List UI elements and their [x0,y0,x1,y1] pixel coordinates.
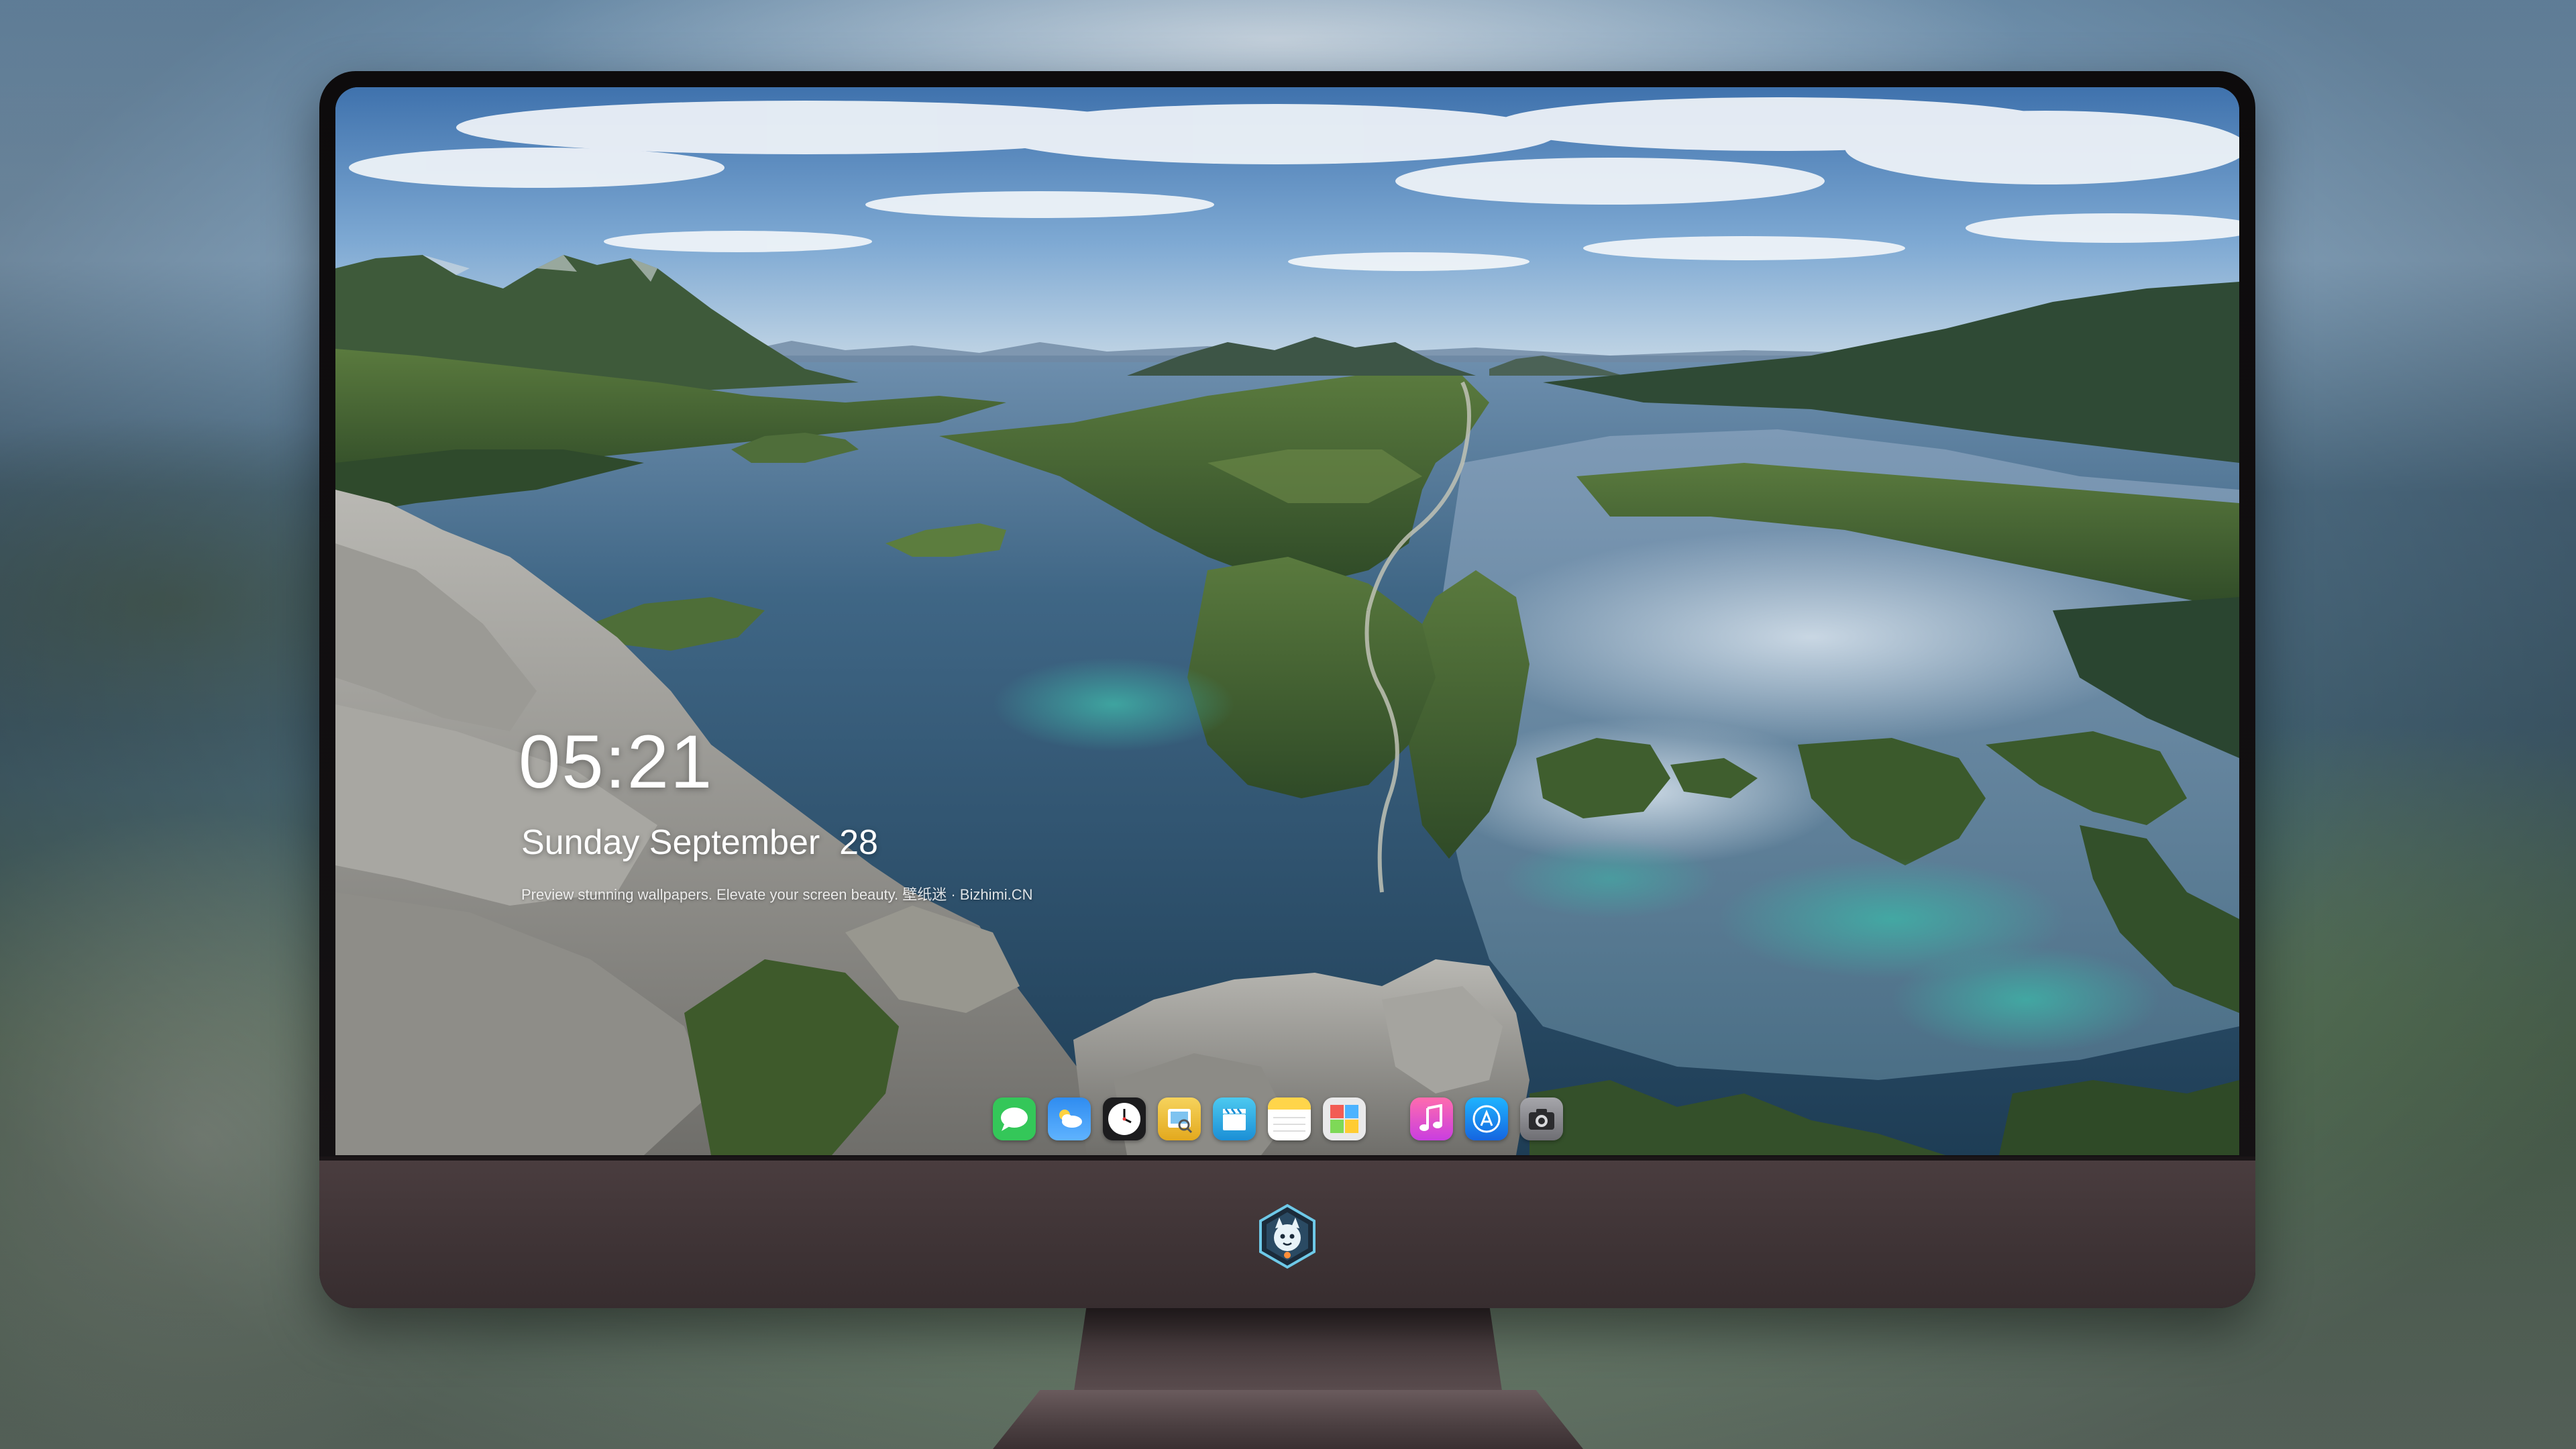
preview-icon[interactable] [1158,1097,1201,1140]
lock-screen-tagline: Preview stunning wallpapers. Elevate you… [521,886,1033,903]
photo-booth-icon[interactable] [1323,1097,1366,1140]
clock-icon[interactable] [1103,1097,1146,1140]
lock-screen-time: 05:21 [519,720,714,804]
monitor-screen: 05:21 Sunday September 28 Preview stunni… [335,87,2239,1155]
landscape-wallpaper [335,87,2239,1155]
mascot-logo-icon [1252,1201,1323,1272]
dock [993,1090,1597,1148]
lock-screen-day: 28 [839,823,878,862]
lock-screen-weekday-month: Sunday September [521,823,820,862]
app-store-icon[interactable] [1465,1097,1508,1140]
lock-screen-date: Sunday September 28 [521,822,878,863]
notes-icon[interactable] [1268,1097,1311,1140]
music-icon[interactable] [1410,1097,1453,1140]
messages-icon[interactable] [993,1097,1036,1140]
chin-divider [319,1157,2255,1161]
clips-icon[interactable] [1213,1097,1256,1140]
monitor-stand-base [993,1390,1583,1449]
camera-icon[interactable] [1520,1097,1563,1140]
monitor-stand-neck [1073,1308,1503,1395]
weather-icon[interactable] [1048,1097,1091,1140]
